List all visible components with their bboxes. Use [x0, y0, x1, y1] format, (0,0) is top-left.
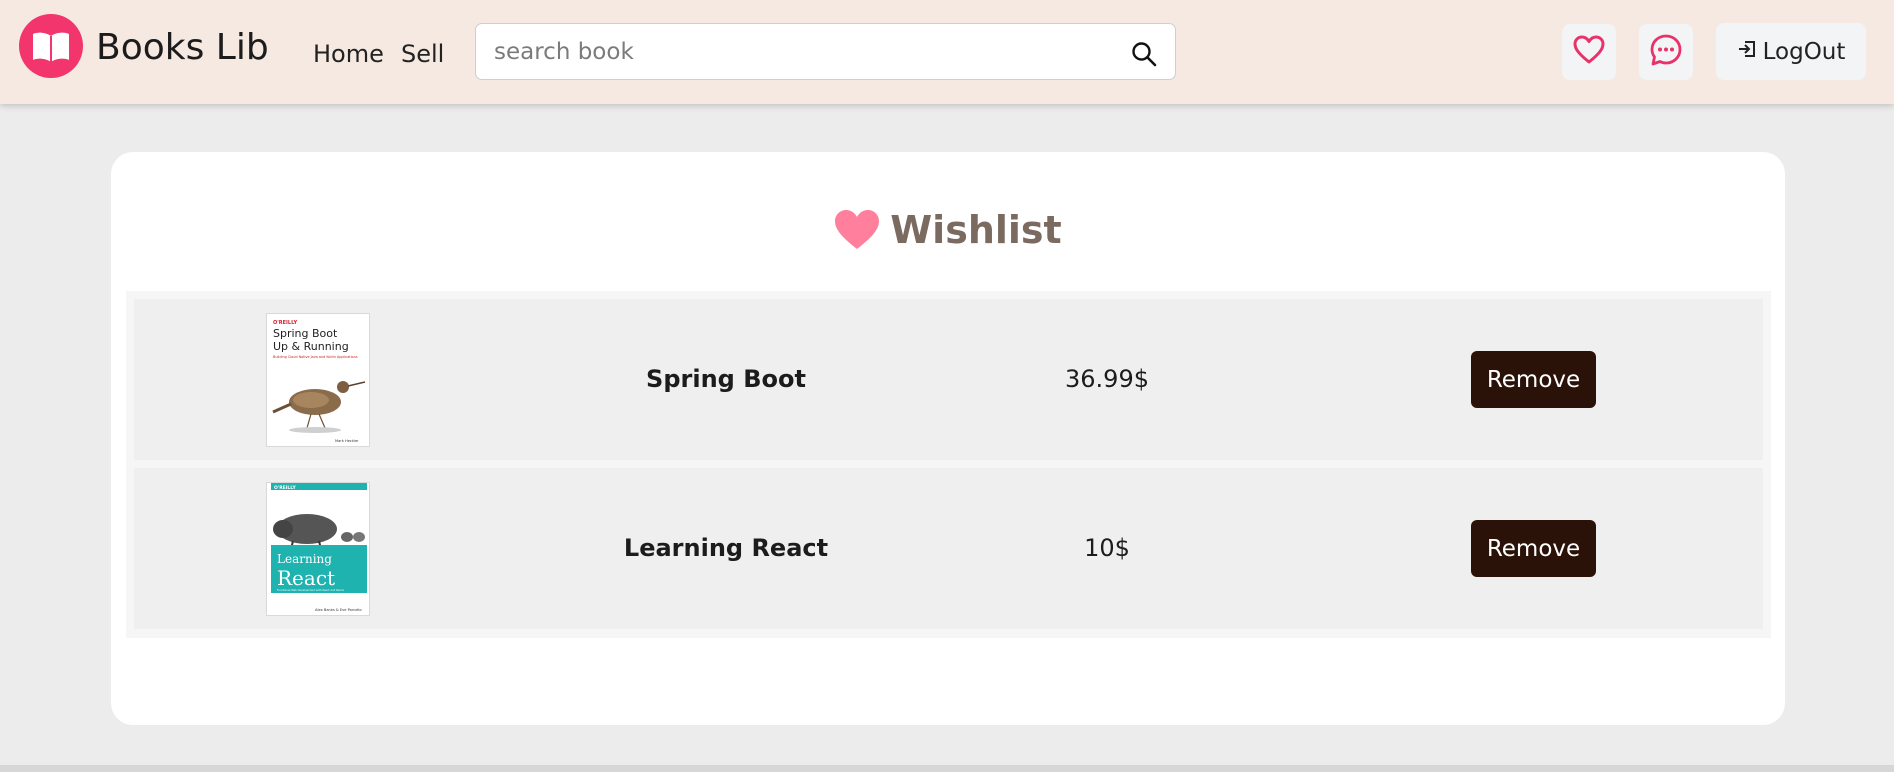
logout-label: LogOut [1762, 38, 1846, 65]
page-bottom-divider [0, 765, 1894, 772]
heart-outline-icon [1573, 35, 1605, 69]
remove-button[interactable]: Remove [1471, 520, 1596, 577]
cover-subtitle: Building Cloud Native Java and Kotlin Ap… [273, 355, 358, 359]
book-cover-image[interactable]: O'REILLY Learning React Functional Web D… [266, 482, 370, 616]
heart-filled-icon [834, 209, 890, 251]
remove-button[interactable]: Remove [1471, 351, 1596, 408]
wishlist-row: O'REILLY Spring Boot Up & Running Buildi… [134, 299, 1763, 460]
search-bar [475, 23, 1176, 80]
search-input[interactable] [494, 36, 1094, 68]
book-price: 36.99$ [1065, 365, 1149, 393]
wishlist-card: Wishlist O'REILLY Spring Boot Up & Runni… [111, 152, 1785, 725]
cover-publisher: O'REILLY [274, 485, 296, 491]
cover-subtitle: Functional Web Development with React an… [277, 588, 345, 592]
book-title[interactable]: Spring Boot [561, 363, 891, 395]
logout-button[interactable]: LogOut [1716, 23, 1866, 80]
wishlist-table: O'REILLY Spring Boot Up & Running Buildi… [126, 291, 1771, 638]
brand-name[interactable]: Books Lib [96, 24, 269, 72]
cover-title-line2: React [277, 566, 335, 590]
cover-title-line2: Up & Running [273, 340, 349, 353]
book-title[interactable]: Learning React [561, 532, 891, 564]
search-icon[interactable] [1131, 41, 1157, 71]
book-price: 10$ [1084, 534, 1130, 562]
book-cover-image[interactable]: O'REILLY Spring Boot Up & Running Buildi… [266, 313, 370, 447]
cover-author: Alex Banks & Eve Porcello [315, 608, 362, 612]
top-navbar: Books Lib Home Sell search book LogOut [0, 0, 1894, 104]
cover-title-line1: Spring Boot [273, 327, 338, 340]
book-logo-icon[interactable] [19, 14, 83, 78]
cover-title-line1: Learning [277, 552, 332, 566]
chat-bubble-icon [1649, 33, 1683, 71]
cover-publisher: O'REILLY [273, 320, 298, 326]
logout-icon [1737, 39, 1763, 65]
nav-sell-link[interactable]: Sell [401, 38, 444, 70]
wishlist-button[interactable] [1562, 24, 1616, 80]
wishlist-row: O'REILLY Learning React Functional Web D… [134, 468, 1763, 629]
wishlist-heading: Wishlist [111, 200, 1785, 260]
messages-button[interactable] [1639, 24, 1693, 80]
cover-author: Mark Heckler [335, 439, 359, 443]
wishlist-title: Wishlist [890, 208, 1062, 252]
nav-home-link[interactable]: Home [313, 38, 384, 70]
